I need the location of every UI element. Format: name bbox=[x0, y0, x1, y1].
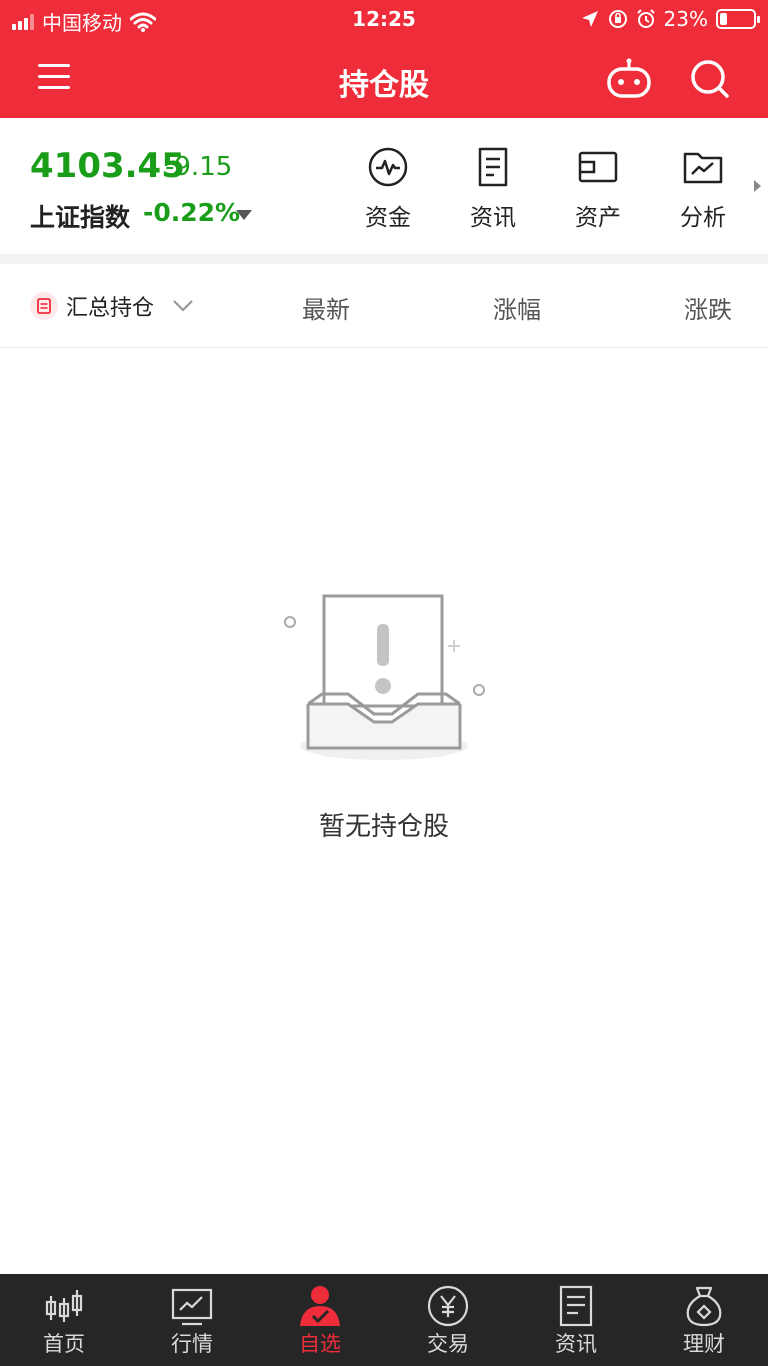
index-percent: -0.22% bbox=[143, 198, 241, 227]
column-change-percent[interactable]: 涨幅 bbox=[493, 290, 541, 325]
quick-link-funds[interactable]: 资金 bbox=[348, 146, 428, 232]
quick-link-label: 资金 bbox=[365, 205, 411, 231]
location-arrow-icon bbox=[581, 11, 598, 27]
holdings-doc-icon bbox=[30, 292, 58, 320]
section-divider bbox=[0, 254, 768, 264]
status-bar: 中国移动 12:25 23% bbox=[0, 0, 768, 40]
document-icon bbox=[478, 147, 508, 187]
tab-label: 理财 bbox=[683, 1332, 725, 1356]
index-name[interactable]: 上证指数 bbox=[30, 198, 130, 234]
tab-watchlist[interactable]: 自选 bbox=[256, 1274, 384, 1366]
chart-folder-icon bbox=[683, 152, 723, 184]
candlestick-icon bbox=[45, 1290, 83, 1322]
index-change: -9.15 bbox=[165, 152, 233, 182]
quick-link-news[interactable]: 资讯 bbox=[453, 146, 533, 232]
pulse-icon bbox=[368, 147, 408, 187]
index-summary: 4103.45 -9.15 上证指数 -0.22% 资金 资讯 资产 分析 bbox=[0, 118, 768, 254]
empty-inbox-illustration bbox=[284, 594, 485, 760]
holdings-column-header: 汇总持仓 最新 涨幅 涨跌 bbox=[0, 264, 768, 348]
tab-news[interactable]: 资讯 bbox=[512, 1274, 640, 1366]
tab-home[interactable]: 首页 bbox=[0, 1274, 128, 1366]
holdings-filter-dropdown[interactable]: 汇总持仓 bbox=[30, 290, 194, 322]
tab-label: 首页 bbox=[43, 1332, 85, 1356]
tab-market[interactable]: 行情 bbox=[128, 1274, 256, 1366]
index-dropdown-icon[interactable] bbox=[236, 210, 252, 220]
rotation-lock-icon bbox=[608, 10, 627, 28]
market-chart-icon bbox=[171, 1288, 213, 1326]
page-title: 持仓股 bbox=[339, 68, 429, 103]
bottom-tab-bar: 首页 行情 自选 交易 资讯 理财 bbox=[0, 1274, 768, 1366]
tab-wealth[interactable]: 理财 bbox=[640, 1274, 768, 1366]
robot-icon[interactable] bbox=[606, 58, 652, 100]
quick-link-analysis[interactable]: 分析 bbox=[663, 146, 743, 232]
yen-icon bbox=[427, 1285, 469, 1327]
tab-trade[interactable]: 交易 bbox=[384, 1274, 512, 1366]
card-icon bbox=[578, 151, 618, 183]
holdings-filter-label: 汇总持仓 bbox=[66, 296, 155, 321]
empty-message: 暂无持仓股 bbox=[318, 812, 449, 842]
tab-label: 自选 bbox=[299, 1332, 341, 1356]
battery-icon bbox=[716, 9, 760, 29]
battery-percent: 23% bbox=[663, 7, 708, 31]
chevron-down-icon bbox=[173, 300, 193, 312]
quick-link-assets[interactable]: 资产 bbox=[558, 146, 638, 232]
scroll-right-arrow-icon[interactable] bbox=[754, 180, 761, 192]
money-bag-icon bbox=[686, 1286, 722, 1327]
user-check-icon bbox=[300, 1286, 340, 1326]
alarm-icon bbox=[636, 9, 655, 28]
tab-label: 行情 bbox=[171, 1332, 213, 1356]
quick-link-label: 资产 bbox=[575, 205, 621, 231]
tab-label: 交易 bbox=[427, 1332, 469, 1356]
quick-link-label: 资讯 bbox=[470, 205, 516, 231]
battery-level bbox=[720, 13, 727, 25]
column-latest[interactable]: 最新 bbox=[302, 290, 350, 325]
quick-link-label: 分析 bbox=[680, 205, 726, 231]
column-change-amount[interactable]: 涨跌 bbox=[684, 290, 732, 325]
search-icon[interactable] bbox=[690, 58, 730, 100]
index-value: 4103.45 bbox=[30, 146, 185, 186]
news-icon bbox=[559, 1285, 593, 1327]
tab-label: 资讯 bbox=[555, 1332, 597, 1356]
top-header: 中国移动 12:25 23% 持仓股 bbox=[0, 0, 768, 118]
